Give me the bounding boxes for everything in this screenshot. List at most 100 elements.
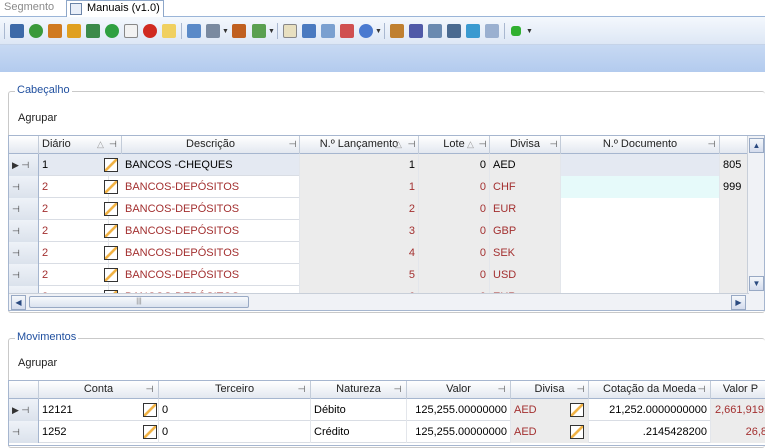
row-selector[interactable]: ⊣ [9,220,39,242]
col-divisa[interactable]: Divisa ⊣ [490,136,561,154]
table-row[interactable]: ▶ ⊣ 12121 0 Débito 125,255.00000000 AED 21,252… [9,399,765,421]
movimentos-agrupar-label[interactable]: Agrupar [18,357,57,369]
help-icon[interactable] [359,24,373,38]
row-selector[interactable]: ⊣ [9,264,39,286]
table-row[interactable]: ⊣ 2 BANCOS-DEPÓSITOS 3 0 GBP [9,220,749,242]
col-terceiro[interactable]: Terceiro ⊣ [159,381,311,399]
calendar-icon[interactable] [283,24,297,38]
pin-icon[interactable]: ⊣ [497,385,506,394]
col-lancamento[interactable]: N.º Lançamento △ ⊣ [300,136,419,154]
cell-documento[interactable] [561,154,720,176]
journal-icon[interactable] [104,158,118,172]
card-icon[interactable] [466,24,480,38]
cell-documento[interactable] [561,220,720,242]
pin-icon[interactable]: ⊣ [576,385,585,394]
pin-icon[interactable]: ⊣ [297,385,306,394]
cell-documento[interactable] [561,176,720,198]
col-valorp[interactable]: Valor P [711,381,765,399]
table-row[interactable]: ⊣ 2 BANCOS-DEPÓSITOS 2 0 EUR [9,198,749,220]
group-add-icon[interactable] [86,24,100,38]
table-row[interactable]: ⊣ 2 BANCOS-DEPÓSITOS 5 0 USD [9,264,749,286]
scroll-up-icon[interactable]: ▲ [749,138,764,153]
cell-documento[interactable] [561,242,720,264]
star-icon[interactable] [340,24,354,38]
account-icon[interactable] [143,403,157,417]
note-icon[interactable] [162,24,176,38]
cell-documento[interactable] [561,264,720,286]
cabecalho-agrupar-label[interactable]: Agrupar [18,112,57,124]
pin-icon[interactable]: ⊣ [697,385,706,394]
col-extra[interactable] [720,136,749,154]
scroll-left-icon[interactable]: ◀ [11,295,26,310]
journal-icon[interactable] [104,246,118,260]
col-natureza[interactable]: Natureza ⊣ [311,381,407,399]
account-icon[interactable] [143,425,157,439]
document-list-icon[interactable] [428,24,442,38]
save-icon[interactable] [10,24,24,38]
add-icon[interactable] [105,24,119,38]
status-green-icon[interactable] [511,26,521,36]
table-row[interactable]: ▶ ⊣ 1 BANCOS -CHEQUES 1 0 AED 805 [9,154,749,176]
copy-icon[interactable] [124,24,138,38]
edit-icon[interactable] [321,24,335,38]
row-selector[interactable]: ▶ ⊣ [9,154,39,176]
filter-icon[interactable] [206,24,220,38]
currency-icon[interactable] [570,403,584,417]
people-icon[interactable] [390,24,404,38]
col-conta[interactable]: Conta ⊣ [39,381,159,399]
cell-documento[interactable] [561,198,720,220]
grid-icon[interactable] [302,24,316,38]
cabecalho-vertical-scrollbar[interactable]: ▲ ▼ [747,136,764,293]
journal-icon[interactable] [104,180,118,194]
scroll-right-icon[interactable]: ▶ [731,295,746,310]
col-valor[interactable]: Valor ⊣ [407,381,511,399]
pin-icon[interactable]: ⊣ [549,140,558,149]
col-divisa[interactable]: Divisa ⊣ [511,381,589,399]
blue-band [0,45,765,72]
window-icon[interactable] [485,24,499,38]
help-dropdown-icon[interactable]: ▼ [375,28,382,35]
currency-icon[interactable] [570,425,584,439]
cabecalho-horizontal-scrollbar[interactable]: ◀ ||| ▶ [9,293,749,310]
tools-icon[interactable] [252,24,266,38]
pin-icon[interactable]: ⊣ [407,140,416,149]
row-selector[interactable]: ⊣ [9,198,39,220]
monitor-icon[interactable] [447,24,461,38]
table-row[interactable]: ⊣ 2 BANCOS-DEPÓSITOS 4 0 SEK [9,242,749,264]
pin-icon[interactable]: ⊣ [288,140,297,149]
col-documento[interactable]: N.º Documento ⊣ [561,136,720,154]
pin-icon[interactable]: ⊣ [145,385,154,394]
status-dropdown-icon[interactable]: ▼ [526,28,533,35]
user-search-icon[interactable] [232,24,246,38]
tools-dropdown-icon[interactable]: ▼ [268,28,275,35]
journal-icon[interactable] [104,268,118,282]
row-selector[interactable]: ▶ ⊣ [9,399,39,421]
journal-icon[interactable] [104,224,118,238]
users-icon[interactable] [48,24,62,38]
row-selector[interactable]: ⊣ [9,242,39,264]
col-lote[interactable]: Lote △ ⊣ [419,136,490,154]
scroll-thumb[interactable]: ||| [29,296,249,308]
scroll-down-icon[interactable]: ▼ [749,276,764,291]
pin-icon[interactable]: ⊣ [478,140,487,149]
table-row[interactable]: ⊣ 2 BANCOS-DEPÓSITOS 1 0 CHF 999 [9,176,749,198]
col-cotacao[interactable]: Cotação da Moeda ⊣ [589,381,711,399]
tab-segmento[interactable]: Segmento [4,0,54,17]
col-descricao[interactable]: Descrição ⊣ [122,136,300,154]
refresh-icon[interactable] [29,24,43,38]
tab-manuais[interactable]: Manuais (v1.0) [66,0,164,17]
table-row[interactable]: ⊣ 1252 0 Crédito 125,255.00000000 AED .2145428… [9,421,765,443]
book-icon[interactable] [409,24,423,38]
pin-icon[interactable]: ⊣ [707,140,716,149]
group-icon[interactable] [67,24,81,38]
row-selector[interactable]: ⊣ [9,176,39,198]
pin-icon[interactable]: ⊣ [393,385,402,394]
row-selector[interactable]: ⊣ [9,421,39,443]
filter-dropdown-icon[interactable]: ▼ [222,28,229,35]
delete-icon[interactable] [143,24,157,38]
table-icon[interactable] [187,24,201,38]
journal-icon[interactable] [104,202,118,216]
pin-icon[interactable]: ⊣ [109,140,118,149]
toolbar: ▼ ▼ ▼ ▼ [0,17,765,45]
col-diario[interactable]: Diário △ ⊣ [39,136,122,154]
